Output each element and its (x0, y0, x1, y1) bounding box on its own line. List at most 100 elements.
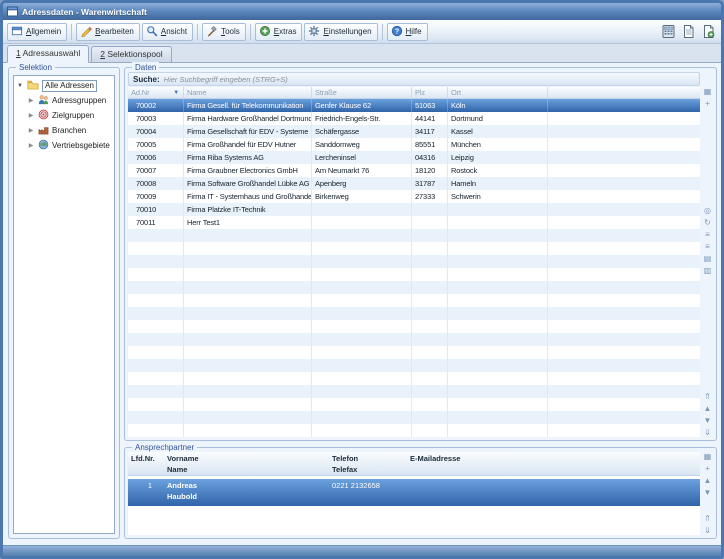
titlebar[interactable]: Adressdaten - Warenwirtschaft (3, 3, 721, 20)
list-icon[interactable]: ≡ (705, 230, 710, 239)
grid-icon[interactable]: ▦ (704, 452, 712, 461)
window-icon (11, 25, 23, 39)
toolbar: Allgemein Bearbeiten Ansicht Tools Extra… (3, 20, 721, 44)
column-header-label: Lfd.Nr. (131, 453, 161, 464)
report-icon[interactable] (679, 23, 697, 41)
calculator-icon[interactable] (659, 23, 677, 41)
search-label: Suche: (133, 75, 160, 84)
table-row[interactable]: 70011 Herr Test1 (128, 216, 700, 229)
menu-tools[interactable]: Tools (202, 23, 246, 41)
tree-item-zielgruppen[interactable]: ▶ Zielgruppen (14, 108, 114, 123)
app-icon (7, 6, 18, 17)
table-row[interactable]: 70008 Firma Software Großhandel Lübke AG… (128, 177, 700, 190)
app-window: Adressdaten - Warenwirtschaft Allgemein … (0, 0, 724, 559)
cell-plz: 31787 (412, 177, 448, 190)
tabstrip: 1 Adressauswahl 2 Selektionspool (3, 44, 721, 63)
menu-label: Tools (221, 27, 240, 36)
selektion-label: Selektion (16, 62, 55, 73)
cell-plz: 85551 (412, 138, 448, 151)
table-row[interactable]: 70006 Firma Riba Systems AG Lercheninsel… (128, 151, 700, 164)
tab-selektionspool[interactable]: 2 Selektionspool (91, 46, 171, 62)
menu-extras[interactable]: Extras (255, 23, 303, 41)
expanded-icon[interactable]: ▼ (16, 83, 24, 89)
menu-ansicht[interactable]: Ansicht (142, 23, 193, 41)
scroll-down-icon[interactable]: ▼ (704, 416, 712, 425)
list-icon-2[interactable]: ≡ (705, 242, 710, 251)
extras-icon (259, 25, 271, 39)
table-row[interactable]: 70005 Firma Großhandel für EDV Hutner Sa… (128, 138, 700, 151)
collapsed-icon[interactable]: ▶ (27, 127, 35, 134)
cell-name: Firma Software Großhandel Lübke AG (184, 177, 312, 190)
tree-item-vertriebsgebiete[interactable]: ▶ Vertriebsgebiete (14, 138, 114, 153)
column-header-label: Straße (315, 88, 337, 97)
scroll-up-icon[interactable]: ▲ (704, 476, 712, 485)
collapsed-icon[interactable]: ▶ (27, 97, 35, 104)
target-icon[interactable]: ◎ (704, 206, 711, 215)
contacts-body: 1 Andreas Haubold 0221 2132658 (128, 476, 700, 535)
cell-ort: Schwerin (448, 190, 548, 203)
table-row[interactable]: 70009 Firma IT - Systemhaus und Großhand… (128, 190, 700, 203)
menu-allgemein[interactable]: Allgemein (7, 23, 67, 41)
scroll-last-icon[interactable]: ⇓ (704, 428, 711, 437)
column-header-ort[interactable]: Ort (448, 87, 548, 98)
table-row[interactable]: 70010 Firma Platzke IT-Technik (128, 203, 700, 216)
table-row[interactable]: 70004 Firma Gesellschaft für EDV - Syste… (128, 125, 700, 138)
menu-label: Extras (274, 27, 297, 36)
grid-icon[interactable]: ▦ (704, 87, 712, 96)
table-row[interactable]: 70002 Firma Gesell. für Telekommunikatio… (128, 99, 700, 112)
column-header-filler (548, 87, 700, 98)
columns-layout-icon[interactable]: ▥ (704, 266, 712, 275)
refresh-icon[interactable]: ↻ (704, 218, 711, 227)
tree-item-branchen[interactable]: ▶ Branchen (14, 123, 114, 138)
menu-hilfe[interactable]: ? Hilfe (387, 23, 428, 41)
cell-filler (548, 190, 700, 203)
scroll-first-icon[interactable]: ⇑ (704, 514, 711, 523)
cell-plz: 27333 (412, 190, 448, 203)
contacts-column-vorname-name[interactable]: Vorname Name (164, 452, 329, 475)
menu-einstellungen[interactable]: Einstellungen (304, 23, 377, 41)
scroll-last-icon[interactable]: ⇓ (704, 526, 711, 535)
contacts-column-telefon-telefax[interactable]: Telefon Telefax (329, 452, 407, 475)
cell-filler (548, 138, 700, 151)
scroll-up-icon[interactable]: ▲ (704, 404, 712, 413)
rows-layout-icon[interactable]: ▤ (704, 254, 712, 263)
menu-label: Einstellungen (323, 27, 371, 36)
tree-item-adressgruppen[interactable]: ▶ Adressgruppen (14, 93, 114, 108)
cell-name: Firma Gesell. für Telekommunikation (184, 99, 312, 112)
collapsed-icon[interactable]: ▶ (27, 142, 35, 149)
contact-row[interactable]: 1 Andreas Haubold 0221 2132658 (128, 479, 700, 506)
cell-filler (548, 99, 700, 112)
table-row[interactable]: 70007 Firma Graubner Electronics GmbH Am… (128, 164, 700, 177)
column-header-adnr[interactable]: Ad.Nr ▼ (128, 87, 184, 98)
column-header-strasse[interactable]: Straße (312, 87, 412, 98)
search-input[interactable] (164, 75, 695, 84)
menu-bearbeiten[interactable]: Bearbeiten (76, 23, 140, 41)
collapsed-icon[interactable]: ▶ (27, 112, 35, 119)
column-header-plz[interactable]: Plz (412, 87, 448, 98)
scroll-down-icon[interactable]: ▼ (704, 488, 712, 497)
folder-icon (27, 79, 39, 92)
search-bar: Suche: (128, 72, 700, 86)
table-row[interactable]: 70003 Firma Hardware Großhandel Dortmund… (128, 112, 700, 125)
new-page-icon[interactable] (699, 23, 717, 41)
cell-adnr: 70006 (128, 151, 184, 164)
cell-strasse: Friedrich-Engels-Str. (312, 112, 412, 125)
cell-plz: 51063 (412, 99, 448, 112)
toolbar-separator (197, 24, 198, 40)
scroll-first-icon[interactable]: ⇑ (704, 392, 711, 401)
help-icon: ? (391, 25, 403, 39)
menu-label: Hilfe (406, 27, 422, 36)
table-body: 70002 Firma Gesell. für Telekommunikatio… (128, 99, 700, 437)
table-header: Ad.Nr ▼ Name Straße Plz Ort (128, 87, 700, 99)
tab-adressauswahl[interactable]: 1 Adressauswahl (7, 45, 89, 63)
add-icon[interactable]: + (705, 99, 710, 108)
tree-item-alle-adressen[interactable]: ▼ Alle Adressen (14, 78, 114, 93)
add-icon[interactable]: + (705, 464, 710, 473)
contacts-column-email[interactable]: E-Mailadresse (407, 452, 700, 475)
column-header-label: E-Mailadresse (410, 453, 697, 464)
cell-plz (412, 216, 448, 229)
contacts-column-lfdnr[interactable]: Lfd.Nr. (128, 452, 164, 475)
cell-adnr: 70002 (128, 99, 184, 112)
column-header-name[interactable]: Name (184, 87, 312, 98)
tree-item-label: Vertriebsgebiete (52, 141, 110, 150)
